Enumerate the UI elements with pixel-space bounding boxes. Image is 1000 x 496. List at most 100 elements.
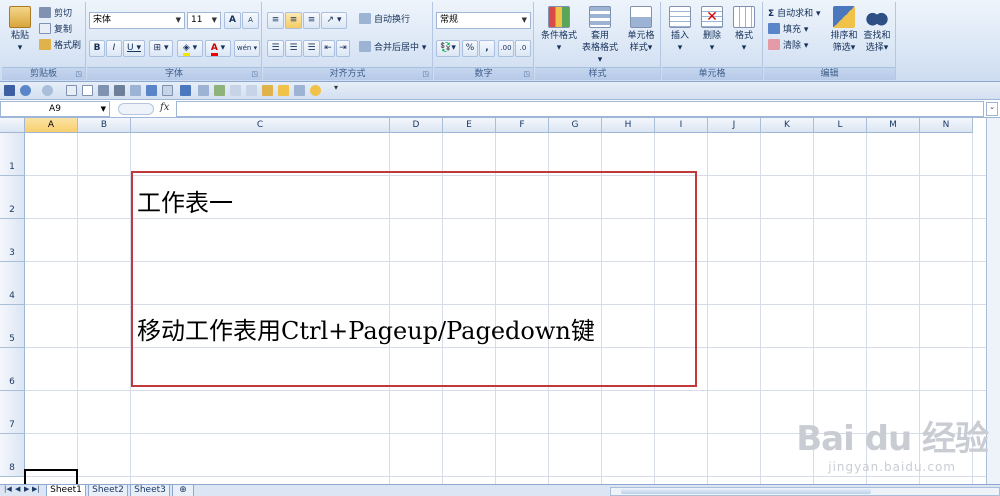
comma-button[interactable]: , [479, 40, 495, 57]
cell-styles-button[interactable]: 单元格 样式▾ [621, 6, 661, 54]
decrease-indent-button[interactable]: ⇤ [321, 40, 335, 57]
last-sheet-icon[interactable]: ▶| [32, 485, 40, 493]
bold-button[interactable]: B [89, 40, 105, 57]
find-select-button[interactable]: 查找和 选择▾ [861, 6, 893, 54]
column-header-k[interactable]: K [761, 118, 814, 133]
sheet-tab-2[interactable]: Sheet2 [88, 485, 128, 496]
percent-button[interactable]: % [462, 40, 478, 57]
column-header-l[interactable]: L [814, 118, 867, 133]
prev-sheet-icon[interactable]: ◀ [15, 485, 20, 493]
customize-qat-icon[interactable]: ▾ [334, 83, 340, 94]
form-icon[interactable] [162, 85, 173, 96]
row-header-5[interactable]: 5 [0, 305, 25, 348]
new-document-icon[interactable] [82, 85, 93, 96]
expand-formula-bar-icon[interactable]: ⌄ [986, 102, 998, 116]
accounting-format-button[interactable]: 💱▾ [436, 40, 460, 57]
hand-icon[interactable] [278, 85, 289, 96]
merge-center-button[interactable]: 合并后居中 ▾ [359, 41, 426, 56]
clear-button[interactable]: 清除 ▾ [768, 39, 808, 54]
align-right-button[interactable]: ☰ [303, 40, 320, 57]
picture-icon[interactable] [214, 85, 225, 96]
alignment-launcher-icon[interactable]: ◳ [422, 70, 429, 78]
sheet-tab-1[interactable]: Sheet1 [46, 485, 86, 496]
column-header-n[interactable]: N [920, 118, 973, 133]
number-format-combo[interactable]: 常规 ▼ [436, 12, 531, 29]
decrease-decimal-button[interactable]: .0 [515, 40, 531, 57]
increase-decimal-button[interactable]: .00 [498, 40, 514, 57]
orientation-button[interactable]: ↗ ▾ [321, 12, 347, 29]
formula-input[interactable] [176, 101, 984, 117]
chart-icon[interactable] [146, 85, 157, 96]
sort-icon[interactable] [98, 85, 109, 96]
number-launcher-icon[interactable]: ◳ [523, 70, 530, 78]
cell-c2[interactable]: 工作表一 [137, 183, 233, 218]
camera-icon[interactable] [114, 85, 125, 96]
column-header-i[interactable]: I [655, 118, 708, 133]
align-left-button[interactable]: ☰ [267, 40, 284, 57]
column-header-h[interactable]: H [602, 118, 655, 133]
autosum-button[interactable]: Σ 自动求和 ▾ [768, 7, 821, 22]
align-bottom-button[interactable]: ≡ [303, 12, 320, 29]
undo-icon[interactable] [20, 85, 31, 96]
align-top-button[interactable]: ≡ [267, 12, 284, 29]
first-sheet-icon[interactable]: |◀ [4, 485, 12, 493]
column-header-j[interactable]: J [708, 118, 761, 133]
column-header-a[interactable]: A [25, 118, 78, 133]
redo-icon[interactable] [42, 85, 53, 96]
increase-indent-button[interactable]: ⇥ [336, 40, 350, 57]
vertical-scrollbar[interactable] [986, 118, 1000, 484]
cell-c5[interactable]: 移动工作表用Ctrl+Pageup/Pagedown键 [137, 311, 595, 346]
format-as-table-button[interactable]: 套用 表格格式▾ [580, 6, 620, 66]
select-all-corner[interactable] [0, 118, 25, 133]
grid-icon[interactable] [198, 85, 209, 96]
row-header-6[interactable]: 6 [0, 348, 25, 391]
pencil-icon[interactable] [262, 85, 273, 96]
row-header-4[interactable]: 4 [0, 262, 25, 305]
fill-button[interactable]: 填充 ▾ [768, 23, 808, 38]
align-middle-button[interactable]: ≡ [285, 12, 302, 29]
row-header-2[interactable]: 2 [0, 176, 25, 219]
fill-color-button[interactable]: ◈ ▾ [177, 40, 203, 57]
row-header-7[interactable]: 7 [0, 391, 25, 434]
conditional-format-button[interactable]: 条件格式 ▾ [539, 6, 579, 54]
borders-button[interactable]: ⊞ ▾ [149, 40, 173, 57]
row-header-1[interactable]: 1 [0, 133, 25, 176]
align-center-button[interactable]: ☰ [285, 40, 302, 57]
delete-button[interactable]: ✕ 删除 ▾ [698, 6, 726, 54]
copy-button[interactable]: 复制 [39, 23, 72, 38]
font-launcher-icon[interactable]: ◳ [251, 70, 258, 78]
italic-button[interactable]: I [106, 40, 122, 57]
font-size-combo[interactable]: 11 ▼ [187, 12, 221, 29]
shrink-font-button[interactable]: A [242, 12, 259, 29]
horizontal-scroll-thumb[interactable] [621, 489, 871, 494]
underline-button[interactable]: U ▾ [123, 40, 145, 57]
clipboard-launcher-icon[interactable]: ◳ [75, 70, 82, 78]
format-painter-button[interactable]: 格式刷 [39, 39, 81, 54]
row-header-3[interactable]: 3 [0, 219, 25, 262]
sort-filter-button[interactable]: 排序和 筛选▾ [828, 6, 860, 54]
column-header-d[interactable]: D [390, 118, 443, 133]
bar-chart-icon[interactable] [180, 85, 191, 96]
column-header-f[interactable]: F [496, 118, 549, 133]
insert-sheet-icon[interactable]: ⊕ [172, 485, 194, 496]
cut-button[interactable]: 剪切 [39, 7, 72, 22]
paste-button[interactable]: 粘贴 ▾ [6, 6, 34, 54]
font-name-combo[interactable]: 宋体 ▼ [89, 12, 185, 29]
phonetic-button[interactable]: wén ▾ [234, 40, 260, 57]
print-preview-icon[interactable] [66, 85, 77, 96]
insert-function-icon[interactable]: fx [160, 102, 169, 113]
save-icon[interactable] [4, 85, 15, 96]
sheet-tab-3[interactable]: Sheet3 [130, 485, 170, 496]
row-header-8[interactable]: 8 [0, 434, 25, 477]
font-color-button[interactable]: A ▾ [205, 40, 231, 57]
check-icon[interactable] [230, 85, 241, 96]
horizontal-scrollbar[interactable] [610, 487, 1000, 496]
grow-font-button[interactable]: A [224, 12, 241, 29]
column-header-m[interactable]: M [867, 118, 920, 133]
name-box[interactable]: A9 ▼ [0, 101, 110, 117]
column-header-e[interactable]: E [443, 118, 496, 133]
macro-icon[interactable] [294, 85, 305, 96]
smiley-icon[interactable] [310, 85, 321, 96]
format-cells-button[interactable]: 格式 ▾ [730, 6, 758, 54]
link-icon[interactable] [246, 85, 257, 96]
